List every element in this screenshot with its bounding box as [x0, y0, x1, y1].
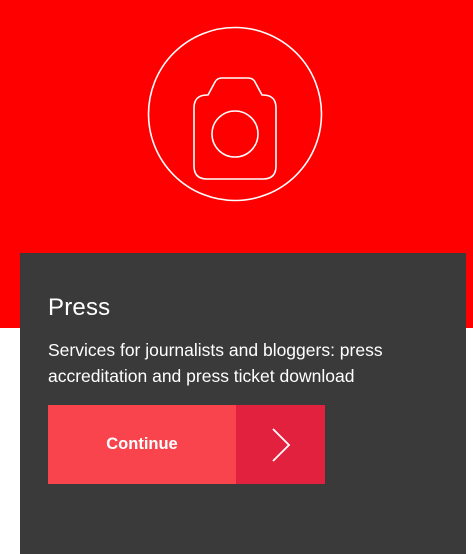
card-title: Press: [48, 294, 111, 321]
continue-button[interactable]: Continue: [48, 405, 325, 484]
continue-button-label: Continue: [106, 435, 178, 453]
card-description: Services for journalists and bloggers: p…: [48, 340, 383, 386]
camera-icon: [147, 26, 323, 202]
continue-button-arrow-area[interactable]: [236, 405, 325, 484]
continue-button-label-area[interactable]: Continue: [48, 405, 236, 484]
chevron-right-icon: [271, 427, 290, 462]
press-card: Press Services for journalists and blogg…: [20, 253, 466, 554]
